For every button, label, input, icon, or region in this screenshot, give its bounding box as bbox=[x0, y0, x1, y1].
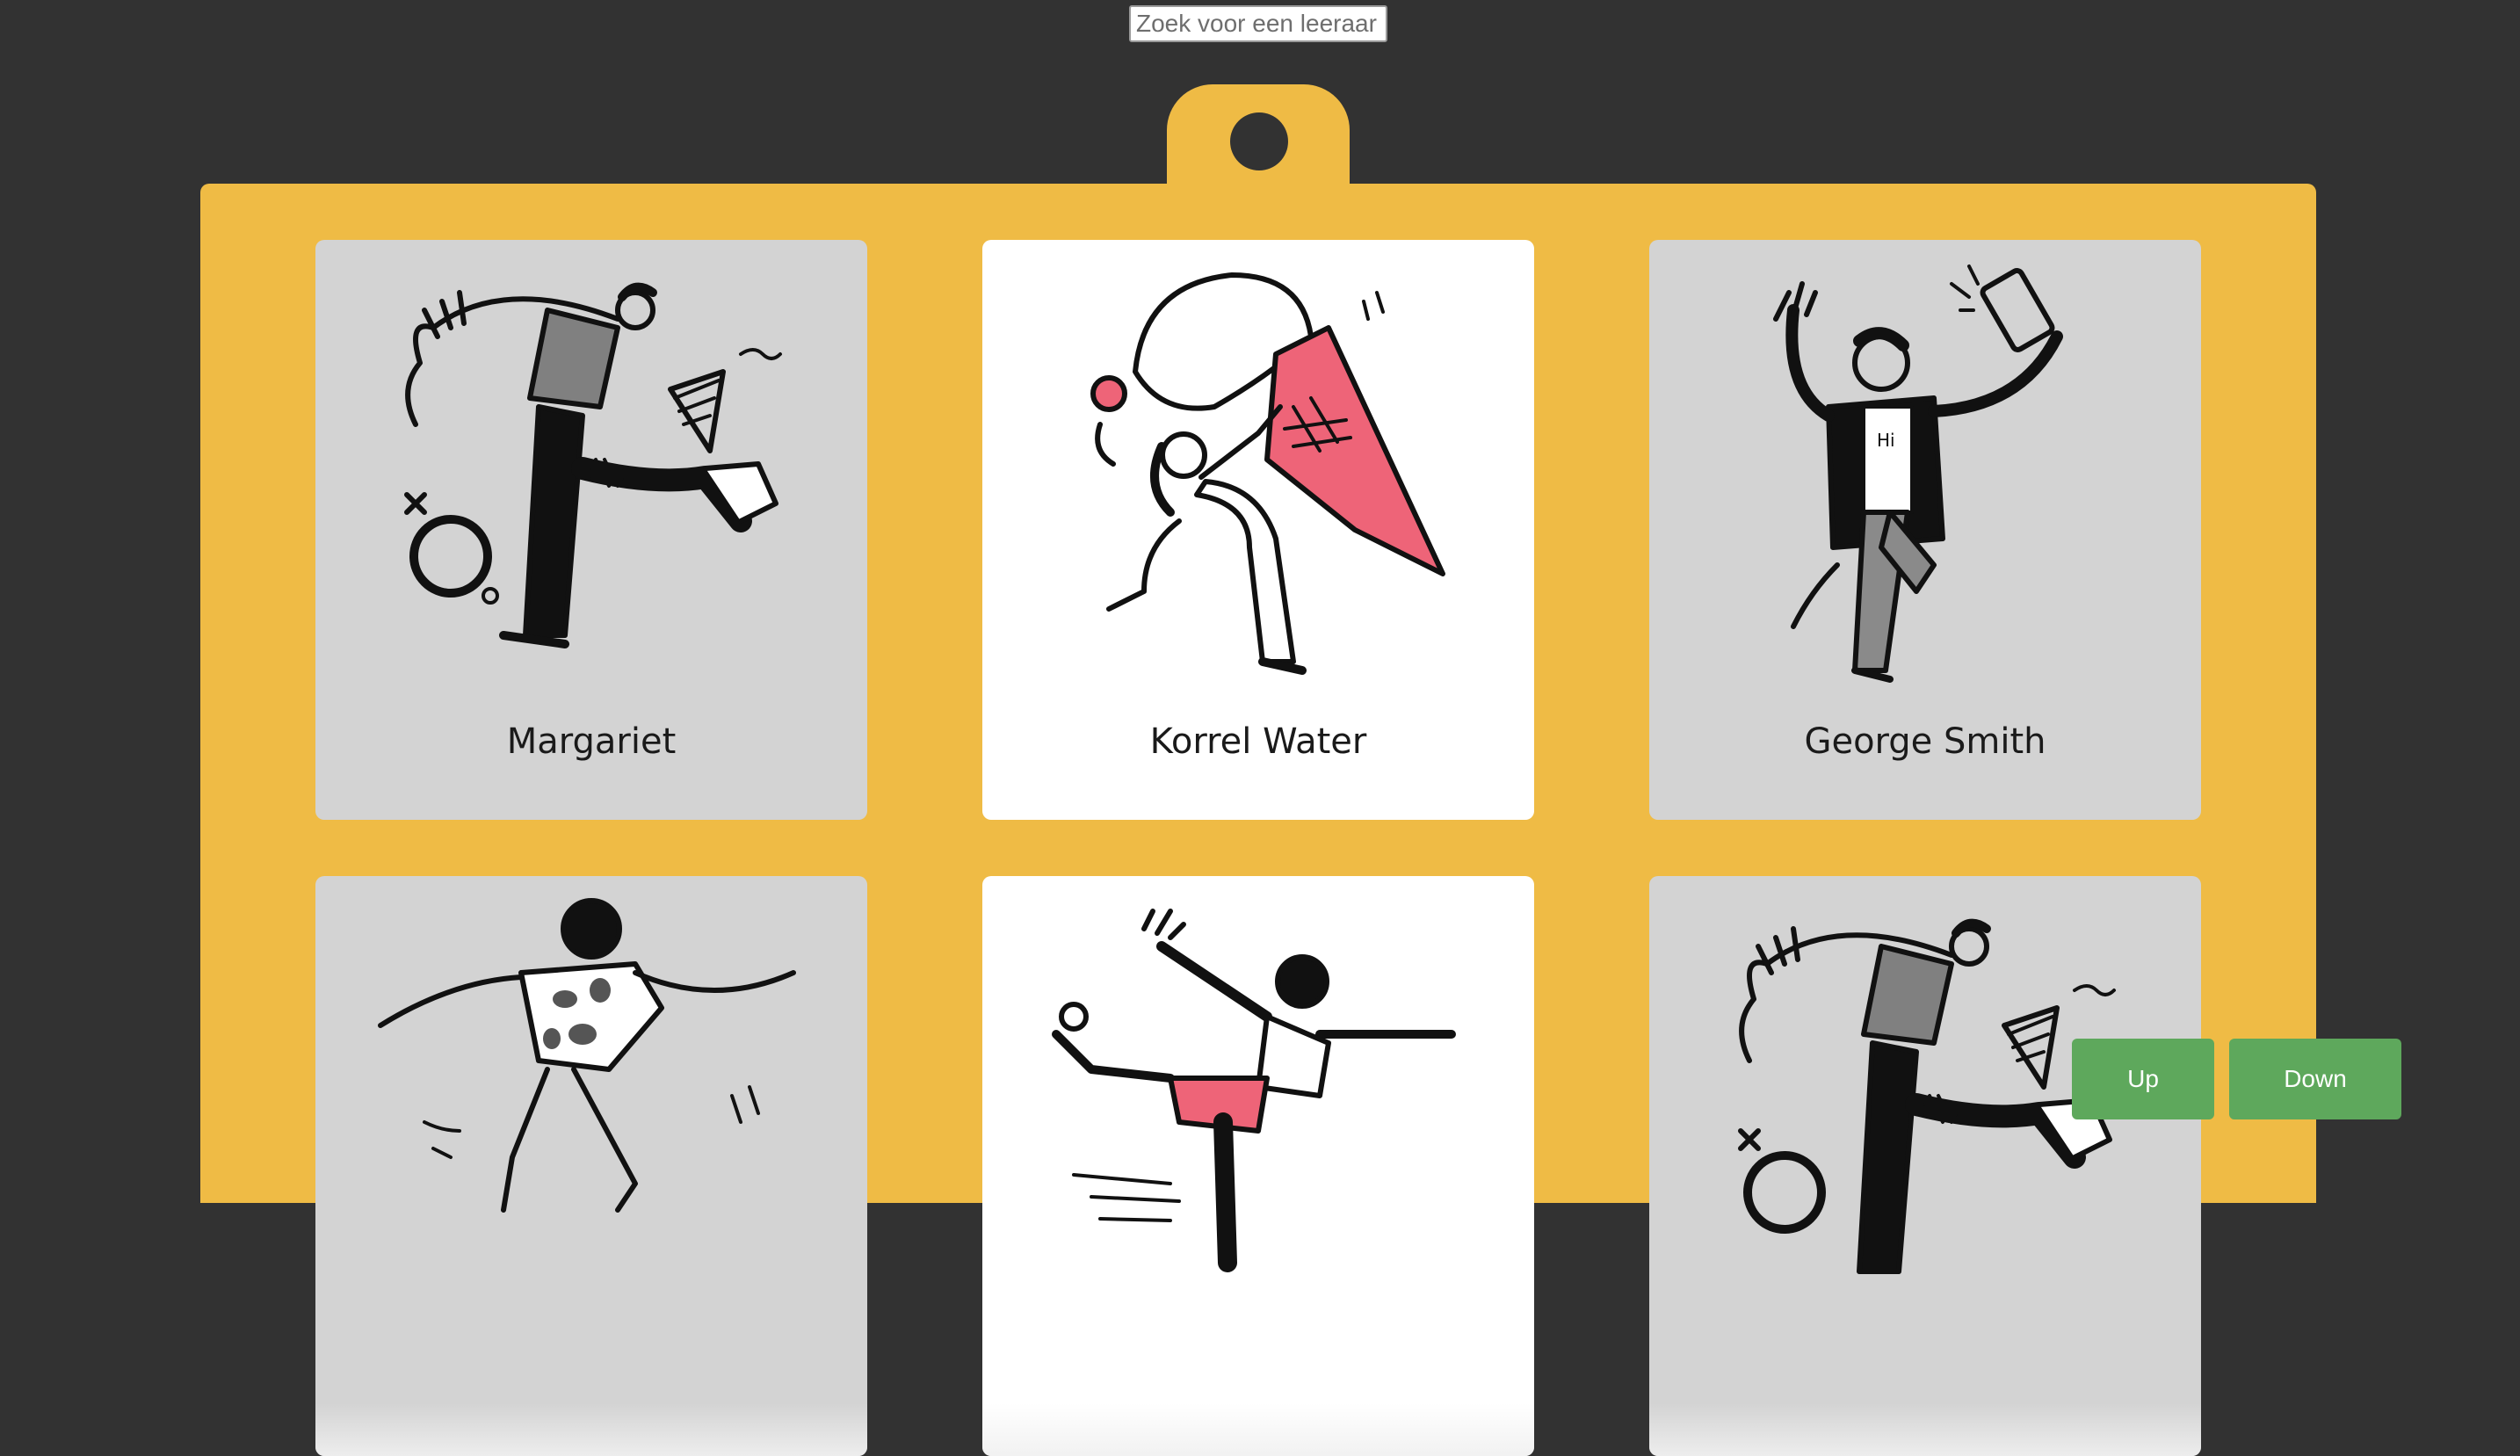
search-input[interactable] bbox=[1129, 5, 1387, 42]
card-fade bbox=[982, 1403, 1534, 1456]
svg-text:Hi: Hi bbox=[1877, 430, 1895, 451]
person-dancing-icon bbox=[378, 898, 796, 1213]
card-fade bbox=[315, 1403, 867, 1456]
person-carrying-ice-cream-icon bbox=[1090, 272, 1445, 675]
teacher-card-6[interactable] bbox=[1649, 876, 2201, 1456]
scroll-up-button[interactable]: Up bbox=[2072, 1039, 2214, 1119]
person-taking-selfie-icon: Hi bbox=[1773, 264, 2063, 683]
teacher-name: Margariet bbox=[506, 721, 677, 762]
teacher-board: Margariet Korrel Water Hi George Smith bbox=[200, 184, 2316, 1456]
teacher-name: Korrel Water bbox=[1149, 721, 1367, 762]
teacher-card-korrel-water[interactable]: Korrel Water bbox=[982, 240, 1534, 820]
teacher-card-5[interactable] bbox=[982, 876, 1534, 1456]
scroll-down-button[interactable]: Down bbox=[2229, 1039, 2401, 1119]
teacher-name: George Smith bbox=[1804, 721, 2046, 762]
teacher-card-margariet[interactable]: Margariet bbox=[315, 240, 867, 820]
board-hanger-hole bbox=[1230, 112, 1288, 170]
teacher-card-4[interactable] bbox=[315, 876, 867, 1456]
person-skating-icon bbox=[1052, 909, 1456, 1272]
teacher-card-george-smith[interactable]: Hi George Smith bbox=[1649, 240, 2201, 820]
dancing-person-icon bbox=[404, 282, 782, 648]
card-fade bbox=[1649, 1403, 2201, 1456]
